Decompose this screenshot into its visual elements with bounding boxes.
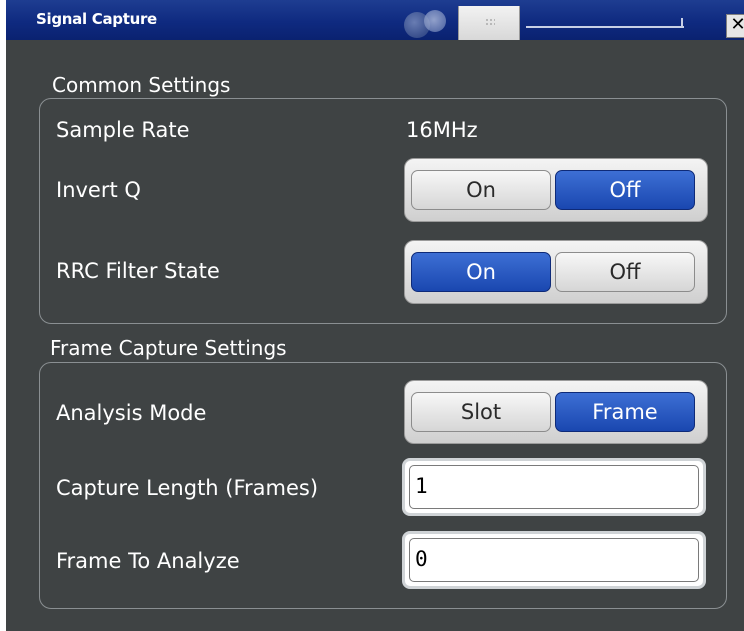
- title-divider-tick: [681, 18, 683, 28]
- rrc-filter-on-button[interactable]: On: [411, 252, 551, 292]
- sample-rate-value: 16MHz: [406, 118, 478, 142]
- title-decoration-icon-2: [424, 10, 446, 32]
- dialog-title: Signal Capture: [36, 10, 157, 28]
- title-divider: [526, 26, 684, 28]
- frame-to-analyze-input[interactable]: 0: [402, 531, 706, 589]
- sample-rate-label: Sample Rate: [56, 118, 190, 142]
- signal-capture-dialog: Signal Capture ✕ Common Settings Sample …: [6, 0, 744, 631]
- common-settings-heading: Common Settings: [52, 73, 231, 97]
- frame-to-analyze-input-border: [409, 538, 699, 582]
- invert-q-off-button[interactable]: Off: [555, 170, 695, 210]
- analysis-mode-toggle: Slot Frame: [404, 380, 708, 444]
- invert-q-on-button[interactable]: On: [411, 170, 551, 210]
- capture-length-input[interactable]: 1: [402, 458, 706, 516]
- close-button[interactable]: ✕: [726, 14, 744, 38]
- frame-to-analyze-value: 0: [415, 547, 428, 571]
- capture-length-label: Capture Length (Frames): [56, 476, 319, 500]
- rrc-filter-state-toggle: On Off: [404, 240, 708, 304]
- grip-dots-icon: [485, 18, 495, 26]
- analysis-mode-label: Analysis Mode: [56, 401, 207, 425]
- analysis-mode-slot-button[interactable]: Slot: [411, 392, 551, 432]
- invert-q-toggle: On Off: [404, 158, 708, 222]
- frame-capture-settings-heading: Frame Capture Settings: [50, 336, 287, 360]
- analysis-mode-frame-button[interactable]: Frame: [555, 392, 695, 432]
- invert-q-label: Invert Q: [56, 178, 141, 202]
- capture-length-input-border: [409, 465, 699, 509]
- capture-length-value: 1: [415, 474, 428, 498]
- drag-handle[interactable]: [458, 6, 520, 40]
- frame-to-analyze-label: Frame To Analyze: [56, 549, 240, 573]
- rrc-filter-state-label: RRC Filter State: [56, 259, 220, 283]
- title-bar[interactable]: Signal Capture ✕: [6, 0, 744, 40]
- rrc-filter-off-button[interactable]: Off: [555, 252, 695, 292]
